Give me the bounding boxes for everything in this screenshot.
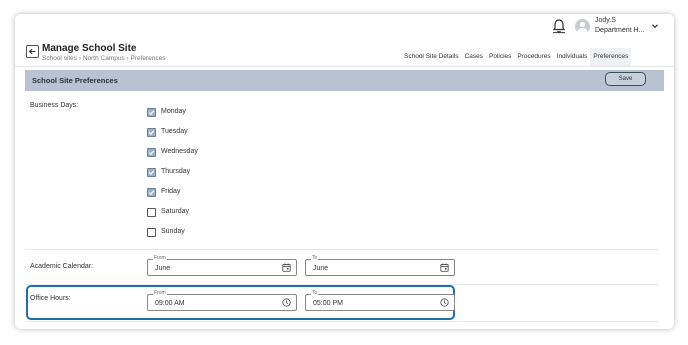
field-value: 09:00 AM: [155, 300, 185, 307]
checkbox-wednesday[interactable]: [147, 148, 156, 157]
calendar-icon[interactable]: [282, 263, 291, 272]
app-window: Jody.S Department H... Manage School Sit…: [15, 14, 674, 329]
field-value: June: [313, 265, 329, 272]
day-label: Monday: [161, 108, 186, 115]
day-label: Friday: [161, 188, 181, 195]
breadcrumb: School sites › North Campus › Preference…: [42, 55, 166, 62]
clock-icon[interactable]: [282, 298, 291, 307]
section-header: School Site Preferences Save: [25, 70, 664, 91]
field-legend: To: [311, 255, 319, 261]
clock-icon[interactable]: [440, 298, 449, 307]
academic-calendar-label: Academic Calendar:: [30, 263, 94, 270]
office-hours-from-field[interactable]: From 09:00 AM: [147, 290, 297, 311]
calendar-icon[interactable]: [440, 263, 449, 272]
day-label: Tuesday: [161, 128, 188, 135]
tab-policies[interactable]: Policies: [486, 48, 514, 66]
divider: [25, 249, 659, 250]
divider: [15, 66, 674, 67]
tab-cases[interactable]: Cases: [462, 48, 486, 66]
chevron-down-icon[interactable]: [651, 22, 659, 30]
tab-school-site-details[interactable]: School Site Details: [401, 48, 462, 66]
academic-calendar-to-field[interactable]: To June: [305, 255, 455, 276]
field-legend: From: [153, 290, 167, 296]
day-label: Saturday: [161, 208, 190, 215]
field-legend: From: [153, 255, 167, 261]
office-hours-to-field[interactable]: To 05:00 PM: [305, 290, 455, 311]
checkbox-friday[interactable]: [147, 188, 156, 197]
bell-icon[interactable]: [551, 18, 567, 34]
avatar[interactable]: [575, 19, 590, 34]
checkbox-saturday[interactable]: [147, 208, 156, 217]
checkbox-thursday[interactable]: [147, 168, 156, 177]
office-hours-label: Office Hours:: [30, 295, 71, 302]
user-department[interactable]: Department H...: [595, 27, 644, 34]
tab-bar: School Site Details Cases Policies Proce…: [401, 48, 632, 67]
day-label: Thursday: [161, 168, 191, 175]
day-label: Wednesday: [161, 148, 198, 155]
field-value: June: [155, 265, 171, 272]
back-button[interactable]: [26, 45, 39, 58]
page-title: Manage School Site: [42, 43, 137, 54]
academic-calendar-from-field[interactable]: From June: [147, 255, 297, 276]
user-name[interactable]: Jody.S: [595, 17, 616, 24]
tab-preferences[interactable]: Preferences: [590, 48, 632, 67]
tab-individuals[interactable]: Individuals: [554, 48, 591, 66]
day-label: Sunday: [161, 228, 185, 235]
arrow-left-icon: [28, 48, 36, 55]
section-title: School Site Preferences: [32, 76, 118, 85]
field-legend: To: [311, 290, 319, 296]
top-bar: Jody.S Department H...: [15, 14, 674, 40]
divider: [25, 321, 659, 322]
business-days-label: Business Days:: [30, 102, 79, 109]
checkbox-sunday[interactable]: [147, 228, 156, 237]
field-value: 05:00 PM: [313, 300, 343, 307]
save-button[interactable]: Save: [605, 72, 646, 86]
checkbox-tuesday[interactable]: [147, 128, 156, 137]
checkbox-monday[interactable]: [147, 108, 156, 117]
tab-procedures[interactable]: Procedures: [514, 48, 553, 66]
